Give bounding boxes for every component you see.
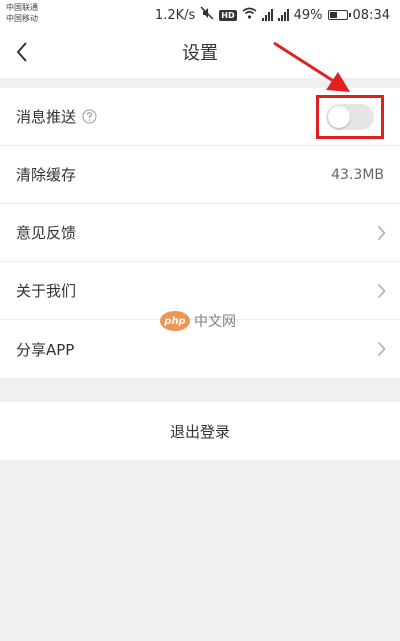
settings-row-about[interactable]: 关于我们 bbox=[0, 262, 400, 320]
cache-size: 43.3MB bbox=[331, 166, 384, 183]
toggle-knob bbox=[328, 106, 350, 128]
clock: 08:34 bbox=[352, 7, 390, 23]
carrier-1: 中国联通 bbox=[6, 3, 38, 12]
help-icon[interactable] bbox=[82, 109, 97, 124]
battery-icon bbox=[327, 10, 351, 20]
battery-percent: 49% bbox=[293, 7, 323, 23]
chevron-right-icon bbox=[377, 283, 386, 299]
page-title: 设置 bbox=[182, 43, 218, 64]
status-bar: 中国联通 中国移动 1.2K/s HD 49% 08:34 bbox=[0, 0, 400, 30]
chevron-right-icon bbox=[377, 225, 386, 241]
settings-list: 消息推送 清除缓存 43.3MB 意见反馈 关于我们 分享APP bbox=[0, 88, 400, 378]
mute-icon bbox=[200, 6, 214, 24]
logout-label: 退出登录 bbox=[169, 422, 230, 441]
carrier-info: 中国联通 中国移动 bbox=[6, 2, 38, 24]
cache-label: 清除缓存 bbox=[16, 166, 77, 184]
toggle-highlight-box bbox=[316, 95, 384, 139]
settings-row-feedback[interactable]: 意见反馈 bbox=[0, 204, 400, 262]
push-toggle[interactable] bbox=[326, 104, 374, 130]
signal-icon bbox=[261, 9, 273, 21]
settings-row-push: 消息推送 bbox=[0, 88, 400, 146]
settings-row-share[interactable]: 分享APP bbox=[0, 320, 400, 378]
settings-row-cache[interactable]: 清除缓存 43.3MB bbox=[0, 146, 400, 204]
chevron-right-icon bbox=[377, 341, 386, 357]
logout-button[interactable]: 退出登录 bbox=[0, 402, 400, 460]
app-header: 设置 bbox=[0, 30, 400, 78]
signal-icon-2 bbox=[277, 9, 289, 21]
battery-level bbox=[329, 12, 337, 18]
wifi-icon bbox=[242, 7, 257, 23]
net-speed: 1.2K/s bbox=[154, 7, 196, 23]
hd-badge: HD bbox=[219, 9, 237, 21]
push-label: 消息推送 bbox=[16, 108, 77, 126]
share-label: 分享APP bbox=[16, 340, 75, 359]
feedback-label: 意见反馈 bbox=[16, 224, 77, 242]
about-label: 关于我们 bbox=[16, 282, 77, 300]
carrier-2: 中国移动 bbox=[6, 14, 38, 23]
status-icons: 1.2K/s HD 49% 08:34 bbox=[155, 6, 390, 24]
